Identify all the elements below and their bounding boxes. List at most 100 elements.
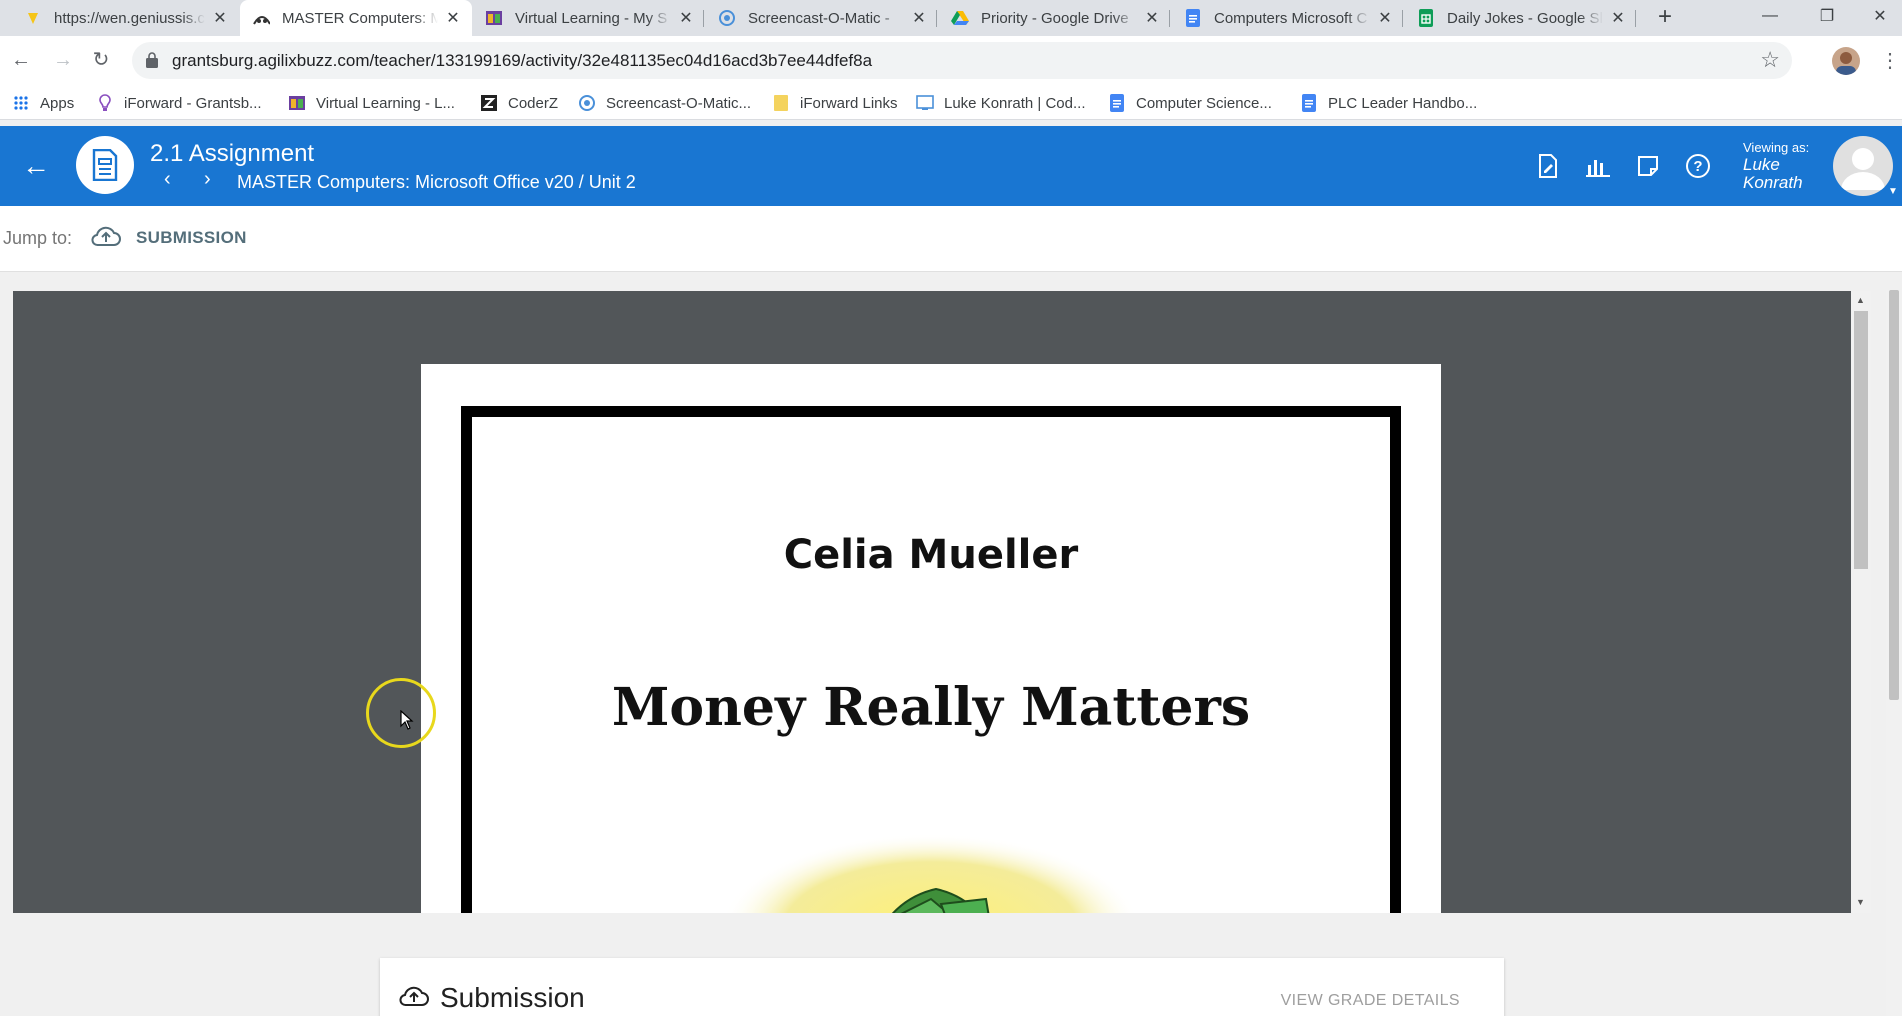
viewer-name: Luke Konrath	[1743, 155, 1803, 192]
bookmark-plc-leader[interactable]: PLC Leader Handbo...	[1300, 86, 1477, 120]
previous-activity-icon[interactable]: ‹	[164, 168, 171, 191]
apps-grid-icon	[12, 94, 30, 112]
bookmark-iforward[interactable]: iForward - Grantsb...	[96, 86, 262, 120]
folder-icon	[772, 94, 790, 112]
scrollbar-thumb[interactable]	[1854, 311, 1868, 569]
tab-daily-jokes[interactable]: Daily Jokes - Google Sl ✕	[1405, 0, 1637, 36]
svg-text:?: ?	[1693, 158, 1702, 175]
bookmark-star-icon[interactable]: ☆	[1760, 47, 1780, 73]
user-avatar[interactable]	[1833, 136, 1893, 196]
viewing-as-label: Viewing as:	[1743, 140, 1810, 155]
next-activity-icon[interactable]: ›	[204, 168, 211, 191]
virtual-learning-icon	[288, 94, 306, 112]
bookmark-label: Virtual Learning - L...	[316, 94, 455, 112]
browser-menu-icon[interactable]: ⋮	[1880, 48, 1900, 73]
tab-separator	[1635, 10, 1636, 27]
coderz-icon	[480, 94, 498, 112]
tab-title: https://wen.geniussis.c	[54, 9, 205, 27]
jump-bar: Jump to: SUBMISSION	[0, 206, 1902, 272]
document-title: Money Really Matters	[611, 677, 1251, 738]
restore-icon[interactable]: ❐	[1797, 0, 1857, 32]
bookmark-label: PLC Leader Handbo...	[1328, 94, 1478, 112]
money-illustration	[721, 829, 1141, 913]
tab-master-computers[interactable]: MASTER Computers: M ✕	[240, 0, 472, 36]
lock-icon	[146, 52, 158, 68]
tab-genius[interactable]: https://wen.geniussis.c ✕	[12, 0, 239, 36]
close-tab-icon[interactable]: ✕	[1609, 8, 1627, 28]
screencast-icon	[578, 94, 596, 112]
tab-screencast[interactable]: Screencast-O-Matic - ✕	[706, 0, 938, 36]
page-scrollbar[interactable]	[1886, 290, 1902, 1016]
bookmark-virtual-learning[interactable]: Virtual Learning - L...	[288, 86, 455, 120]
mouse-cursor-icon	[400, 710, 414, 730]
tab-computers-microsoft[interactable]: Computers Microsoft C ✕	[1172, 0, 1404, 36]
scroll-up-icon[interactable]: ▲	[1856, 295, 1865, 305]
tab-strip: https://wen.geniussis.c ✕ MASTER Compute…	[0, 0, 1902, 36]
assignment-icon	[76, 136, 134, 194]
close-window-icon[interactable]: ✕	[1850, 0, 1902, 32]
docs-icon	[1108, 94, 1126, 112]
submission-title: Submission	[440, 982, 585, 1013]
code-icon	[916, 94, 934, 112]
tab-title: Computers Microsoft C	[1214, 9, 1368, 27]
cloud-upload-icon	[399, 986, 429, 1006]
tab-title: Screencast-O-Matic -	[748, 9, 890, 27]
close-tab-icon[interactable]: ✕	[1143, 8, 1161, 28]
url-text: grantsburg.agilixbuzz.com/teacher/133199…	[172, 51, 873, 70]
chevron-down-icon[interactable]: ▼	[1888, 186, 1898, 197]
iforward-icon	[96, 94, 114, 112]
tab-title: Daily Jokes - Google Sl	[1447, 9, 1603, 27]
address-bar[interactable]: grantsburg.agilixbuzz.com/teacher/133199…	[132, 42, 1792, 79]
bookmark-iforward-links[interactable]: iForward Links	[772, 86, 898, 120]
gradebook-chart-icon[interactable]	[1584, 152, 1612, 180]
bookmark-luke-konrath[interactable]: Luke Konrath | Cod...	[916, 86, 1085, 120]
tab-separator	[936, 10, 937, 27]
tab-virtual-learning[interactable]: Virtual Learning - My S ✕	[473, 0, 705, 36]
viewer-scrollbar[interactable]: ▲ ▼	[1851, 291, 1871, 913]
scroll-down-icon[interactable]: ▼	[1856, 897, 1865, 907]
page-scrollbar-thumb[interactable]	[1889, 290, 1899, 700]
bookmark-label: Computer Science...	[1136, 94, 1272, 112]
new-tab-icon[interactable]: +	[1651, 4, 1679, 32]
bookmark-apps[interactable]: Apps	[12, 86, 74, 120]
screencast-favicon	[718, 9, 736, 27]
browser-toolbar: ← → ↻ grantsburg.agilixbuzz.com/teacher/…	[0, 36, 1902, 86]
google-drive-favicon	[951, 9, 969, 27]
profile-avatar[interactable]	[1832, 47, 1860, 75]
back-icon[interactable]: ←	[6, 45, 36, 75]
tab-google-drive[interactable]: Priority - Google Drive ✕	[939, 0, 1171, 36]
back-arrow-icon[interactable]: ←	[22, 150, 50, 182]
bookmark-label: Apps	[40, 94, 75, 112]
tab-title: Priority - Google Drive	[981, 9, 1129, 27]
bookmark-label: iForward - Grantsb...	[124, 94, 262, 112]
jump-submission-link[interactable]: SUBMISSION	[136, 228, 247, 248]
minimize-icon[interactable]: —	[1740, 0, 1800, 32]
document-viewer[interactable]: Celia Mueller Money Really Matters	[13, 291, 1851, 913]
forward-icon[interactable]: →	[48, 45, 78, 75]
activity-header: ← 2.1 Assignment ‹ › MASTER Computers: M…	[0, 126, 1902, 206]
close-tab-icon[interactable]: ✕	[677, 8, 695, 28]
close-tab-icon[interactable]: ✕	[910, 8, 928, 28]
bookmark-label: CoderZ	[508, 94, 559, 112]
close-tab-icon[interactable]: ✕	[1376, 8, 1394, 28]
reload-icon[interactable]: ↻	[86, 45, 116, 75]
view-grade-details-link[interactable]: VIEW GRADE DETAILS	[1281, 992, 1460, 1010]
bookmark-computer-science[interactable]: Computer Science...	[1108, 86, 1272, 120]
edit-document-icon[interactable]	[1534, 152, 1562, 180]
google-docs-favicon	[1184, 9, 1202, 27]
notes-icon[interactable]	[1634, 152, 1662, 180]
help-icon[interactable]: ?	[1684, 152, 1712, 180]
page-title: 2.1 Assignment	[150, 140, 315, 167]
bookmark-screencast[interactable]: Screencast-O-Matic...	[578, 86, 751, 120]
virtual-learning-favicon	[485, 9, 503, 27]
submission-card: Submission VIEW GRADE DETAILS	[380, 958, 1504, 1016]
bookmark-coderz[interactable]: CoderZ	[480, 86, 558, 120]
close-tab-icon[interactable]: ✕	[444, 8, 462, 28]
buzz-favicon	[252, 9, 270, 27]
document-page: Celia Mueller Money Really Matters	[421, 364, 1441, 913]
close-tab-icon[interactable]: ✕	[211, 8, 229, 28]
bookmark-label: iForward Links	[800, 94, 898, 112]
bookmark-label: Screencast-O-Matic...	[606, 94, 752, 112]
bookmark-label: Luke Konrath | Cod...	[944, 94, 1086, 112]
breadcrumb[interactable]: MASTER Computers: Microsoft Office v20 /…	[237, 172, 636, 193]
